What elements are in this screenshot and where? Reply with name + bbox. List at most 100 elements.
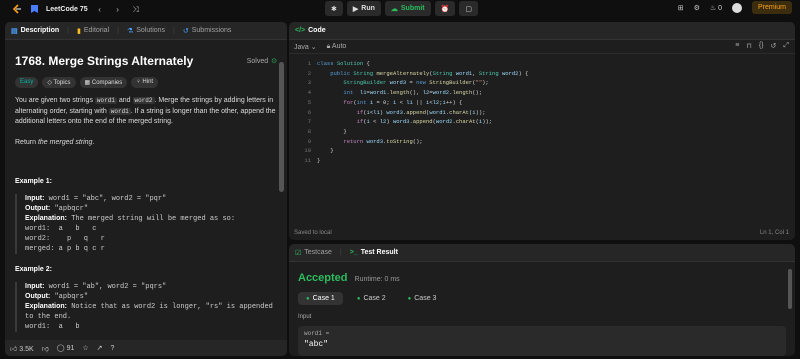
- premium-button[interactable]: Premium: [751, 1, 792, 14]
- variable-label: word1 =: [304, 330, 330, 337]
- divider: |: [67, 27, 69, 34]
- value: word1: a b: [25, 323, 80, 331]
- tab-label: Description: [20, 27, 60, 34]
- difficulty-badge[interactable]: Easy: [15, 77, 39, 88]
- leetcode-logo-icon[interactable]: [12, 4, 22, 15]
- note-icon: ▢: [465, 5, 472, 13]
- help-icon[interactable]: ?: [111, 345, 115, 352]
- braces-icon[interactable]: {}: [759, 42, 764, 50]
- notes-button[interactable]: ▢: [459, 1, 478, 16]
- inline-code: word1: [94, 97, 117, 104]
- reset-icon[interactable]: ↺: [771, 42, 777, 50]
- fullscreen-icon[interactable]: ⤢: [783, 42, 789, 50]
- like-count: 3.5K: [19, 345, 34, 353]
- comment-icon: ◯: [56, 345, 65, 352]
- auto-mode[interactable]: 🔒︎ Auto: [327, 43, 347, 51]
- case-tab-1[interactable]: ● Case 1: [298, 292, 343, 305]
- chevron-left-icon[interactable]: ‹: [94, 5, 106, 14]
- text: You are given two strings: [15, 97, 95, 104]
- breadcrumb[interactable]: LeetCode 75: [46, 6, 88, 13]
- comment-count: 91: [66, 345, 75, 352]
- tab-label: Submissions: [191, 27, 232, 34]
- comments-button[interactable]: ◯ 91: [57, 344, 75, 352]
- format-icon[interactable]: ≡: [735, 42, 739, 50]
- avatar[interactable]: [731, 2, 742, 13]
- text: the merged string: [37, 138, 93, 146]
- value: merged: a p b q c r: [25, 245, 105, 253]
- code-editor[interactable]: 1 2 3 4 5 6 7 8 9 10 11 class Solution { public St…: [289, 54, 795, 224]
- save-status: Saved to local: [294, 230, 332, 236]
- building-icon: ▦: [84, 80, 92, 86]
- study-plan-icon[interactable]: [28, 4, 40, 15]
- tab-solutions[interactable]: ⚗ Solutions: [127, 27, 165, 35]
- solved-status: Solved ⊙: [247, 57, 277, 66]
- dislike-button[interactable]: 👎︎: [42, 344, 49, 353]
- chevron-right-icon[interactable]: ›: [112, 5, 124, 14]
- shuffle-icon[interactable]: ⤨: [130, 5, 142, 15]
- tab-description[interactable]: ▤ Description: [11, 27, 59, 35]
- value: "apbqcr": [50, 205, 89, 213]
- inline-code: word1: [108, 107, 131, 115]
- pill-label: Topics: [53, 80, 71, 86]
- case-tab-2[interactable]: ● Case 2: [349, 292, 394, 305]
- example-block: Input: word1 = "abc", word2 = "pqr" Outp…: [15, 194, 277, 254]
- divider: |: [173, 27, 175, 34]
- companies-pill[interactable]: ▦ Companies: [79, 77, 128, 88]
- pill-label: Companies: [91, 80, 123, 86]
- scrollbar[interactable]: [788, 269, 792, 309]
- debug-button[interactable]: ✱: [325, 1, 343, 16]
- submit-button[interactable]: ☁ Submit: [384, 1, 431, 16]
- favorite-star-icon[interactable]: ☆: [82, 344, 88, 352]
- tab-submissions[interactable]: ↺ Submissions: [183, 27, 232, 35]
- problem-tags: Easy ◇ Topics ▦ Companies ♀ Hint: [15, 77, 277, 88]
- inline-code: word2: [132, 97, 155, 104]
- input-label: Input: [298, 314, 312, 320]
- tab-code[interactable]: </> Code: [295, 27, 326, 34]
- code-brackets-icon: </>: [295, 27, 306, 34]
- language-select[interactable]: Java ⌄: [294, 43, 317, 51]
- case-tab-3[interactable]: ● Case 3: [400, 292, 445, 305]
- run-button[interactable]: ▶ Run: [346, 1, 381, 16]
- tab-testcase[interactable]: ☑ Testcase: [295, 249, 332, 257]
- variable-value: "abc": [304, 340, 329, 349]
- value: "apbqrs": [50, 293, 89, 301]
- lock-icon: 🔒︎: [326, 42, 331, 50]
- topics-pill[interactable]: ◇ Topics: [42, 77, 76, 88]
- settings-gear-icon[interactable]: ⚙: [694, 4, 700, 12]
- share-icon[interactable]: ↗: [97, 344, 103, 352]
- flask-icon: ⚗: [126, 27, 134, 35]
- grid-menu-icon[interactable]: ⊞: [678, 4, 684, 12]
- example-block: Input: word1 = "ab", word2 = "pqrs" Outp…: [15, 282, 277, 332]
- cloud-upload-icon: ☁: [390, 5, 398, 13]
- like-button[interactable]: 👍︎ 3.5K: [10, 344, 34, 353]
- streak[interactable]: ♨ 0: [710, 4, 722, 12]
- bookmark-icon[interactable]: ⊓: [746, 42, 751, 50]
- text: .: [92, 138, 95, 146]
- alarm-icon: ⏰: [440, 5, 450, 13]
- tab-editorial[interactable]: ▮ Editorial: [77, 27, 109, 35]
- example-title: Example 2:: [15, 266, 52, 273]
- mode-label: Auto: [331, 42, 347, 50]
- language-label: Java: [294, 43, 309, 51]
- timer-button[interactable]: ⏰: [434, 1, 456, 16]
- pill-label: Hint: [142, 79, 154, 85]
- divider: |: [339, 249, 342, 256]
- check-circle-icon: ⊙: [271, 58, 277, 65]
- code-tabbar: </> Code: [289, 22, 795, 40]
- description-panel: ▤ Description | ▮ Editorial | ⚗ Solution…: [5, 22, 287, 356]
- streak-count: 0: [718, 4, 722, 12]
- case-label: Case 3: [414, 295, 437, 302]
- chevron-down-icon: ⌄: [310, 43, 317, 51]
- scrollbar[interactable]: [279, 62, 284, 192]
- tab-test-result[interactable]: >_ Test Result: [350, 249, 398, 256]
- tab-label: Solutions: [136, 27, 166, 34]
- text: Return: [15, 138, 38, 146]
- tab-label: Testcase: [304, 249, 332, 256]
- label: Input:: [25, 195, 45, 202]
- cursor-position: Ln 1, Col 1: [759, 230, 789, 236]
- value: word1 = "abc", word2 = "pqr": [44, 195, 167, 203]
- hint-pill[interactable]: ♀ Hint: [131, 77, 159, 88]
- code-text[interactable]: class Solution { public String mergeAlte…: [317, 59, 528, 166]
- code-panel: </> Code Java ⌄ 🔒︎ Auto ≡ ⊓ {} ↺ ⤢ 12345…: [289, 22, 795, 240]
- value: word1 = "ab", word2 = "pqrs": [44, 283, 167, 291]
